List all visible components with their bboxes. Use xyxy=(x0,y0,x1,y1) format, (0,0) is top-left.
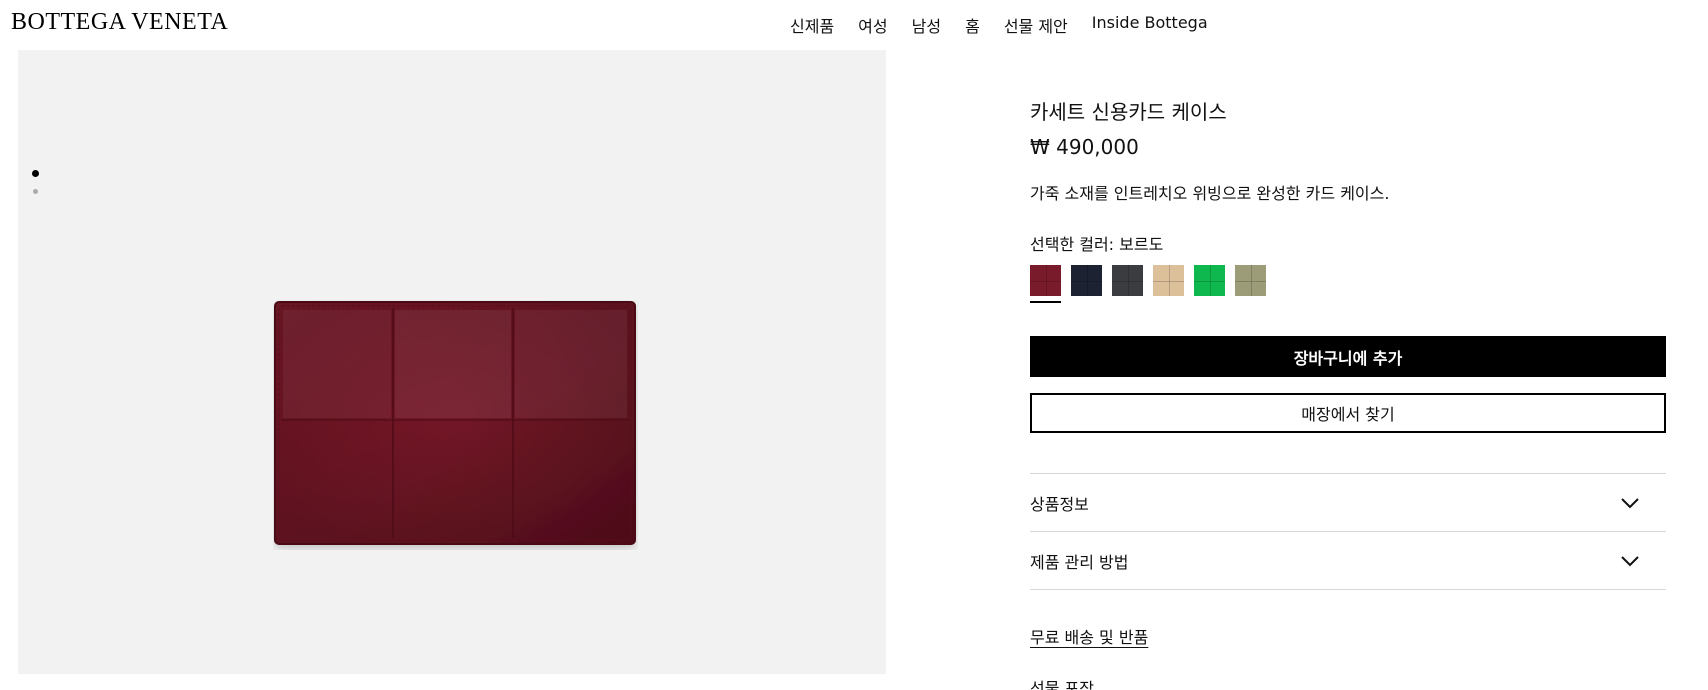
service-links: 무료 배송 및 반품 선물 포장 xyxy=(1030,624,1666,690)
add-to-cart-button[interactable]: 장바구니에 추가 xyxy=(1030,336,1666,377)
accordion-product-info[interactable]: 상품정보 xyxy=(1030,474,1666,532)
nav-item-new[interactable]: 신제품 xyxy=(790,13,834,37)
color-swatch[interactable] xyxy=(1194,265,1225,296)
accordion-care-instructions[interactable]: 제품 관리 방법 xyxy=(1030,532,1666,590)
product-image xyxy=(273,300,638,550)
color-swatch[interactable] xyxy=(1071,265,1102,296)
selected-color-label: 선택한 컬러: 보르도 xyxy=(1030,235,1164,254)
gift-wrapping-link[interactable]: 선물 포장 xyxy=(1030,675,1666,690)
find-in-store-button[interactable]: 매장에서 찾기 xyxy=(1030,393,1666,433)
color-swatches xyxy=(1030,265,1666,303)
product-accordion: 상품정보 제품 관리 방법 xyxy=(1030,473,1666,590)
product-description: 가죽 소재를 인트레치오 위빙으로 완성한 카드 케이스. xyxy=(1030,184,1390,203)
nav-item-gifts[interactable]: 선물 제안 xyxy=(1004,13,1068,37)
swatch-selected-indicator xyxy=(1030,301,1061,303)
swatch-option[interactable] xyxy=(1194,265,1225,303)
product-gallery xyxy=(18,50,886,674)
color-swatch[interactable] xyxy=(1235,265,1266,296)
color-swatch[interactable] xyxy=(1112,265,1143,296)
main-nav: 신제품 여성 남성 홈 선물 제안 Inside Bottega xyxy=(790,13,1208,37)
chevron-down-icon xyxy=(1621,497,1639,508)
product-price: ₩ 490,000 xyxy=(1030,135,1139,159)
free-shipping-returns-link[interactable]: 무료 배송 및 반품 xyxy=(1030,624,1666,648)
gallery-dot[interactable] xyxy=(33,189,38,194)
gallery-dot-active[interactable] xyxy=(32,170,39,177)
brand-logo[interactable]: BOTTEGA VENETA xyxy=(11,9,228,36)
gallery-pagination xyxy=(32,170,39,194)
swatch-option[interactable] xyxy=(1153,265,1184,303)
color-swatch[interactable] xyxy=(1030,265,1061,296)
swatch-option-bordeaux[interactable] xyxy=(1030,265,1061,303)
chevron-down-icon xyxy=(1621,555,1639,566)
site-header: BOTTEGA VENETA 신제품 여성 남성 홈 선물 제안 Inside … xyxy=(0,0,1708,50)
nav-item-home[interactable]: 홈 xyxy=(965,13,980,37)
swatch-option[interactable] xyxy=(1112,265,1143,303)
product-details: 카세트 신용카드 케이스 ₩ 490,000 가죽 소재를 인트레치오 위빙으로… xyxy=(1030,96,1666,690)
swatch-option[interactable] xyxy=(1235,265,1266,303)
color-swatch[interactable] xyxy=(1153,265,1184,296)
nav-item-inside-bottega[interactable]: Inside Bottega xyxy=(1092,13,1208,37)
nav-item-men[interactable]: 남성 xyxy=(912,13,941,37)
product-title: 카세트 신용카드 케이스 xyxy=(1030,100,1227,124)
accordion-label: 제품 관리 방법 xyxy=(1030,552,1129,572)
accordion-label: 상품정보 xyxy=(1030,494,1089,514)
nav-item-women[interactable]: 여성 xyxy=(858,13,887,37)
swatch-option[interactable] xyxy=(1071,265,1102,303)
